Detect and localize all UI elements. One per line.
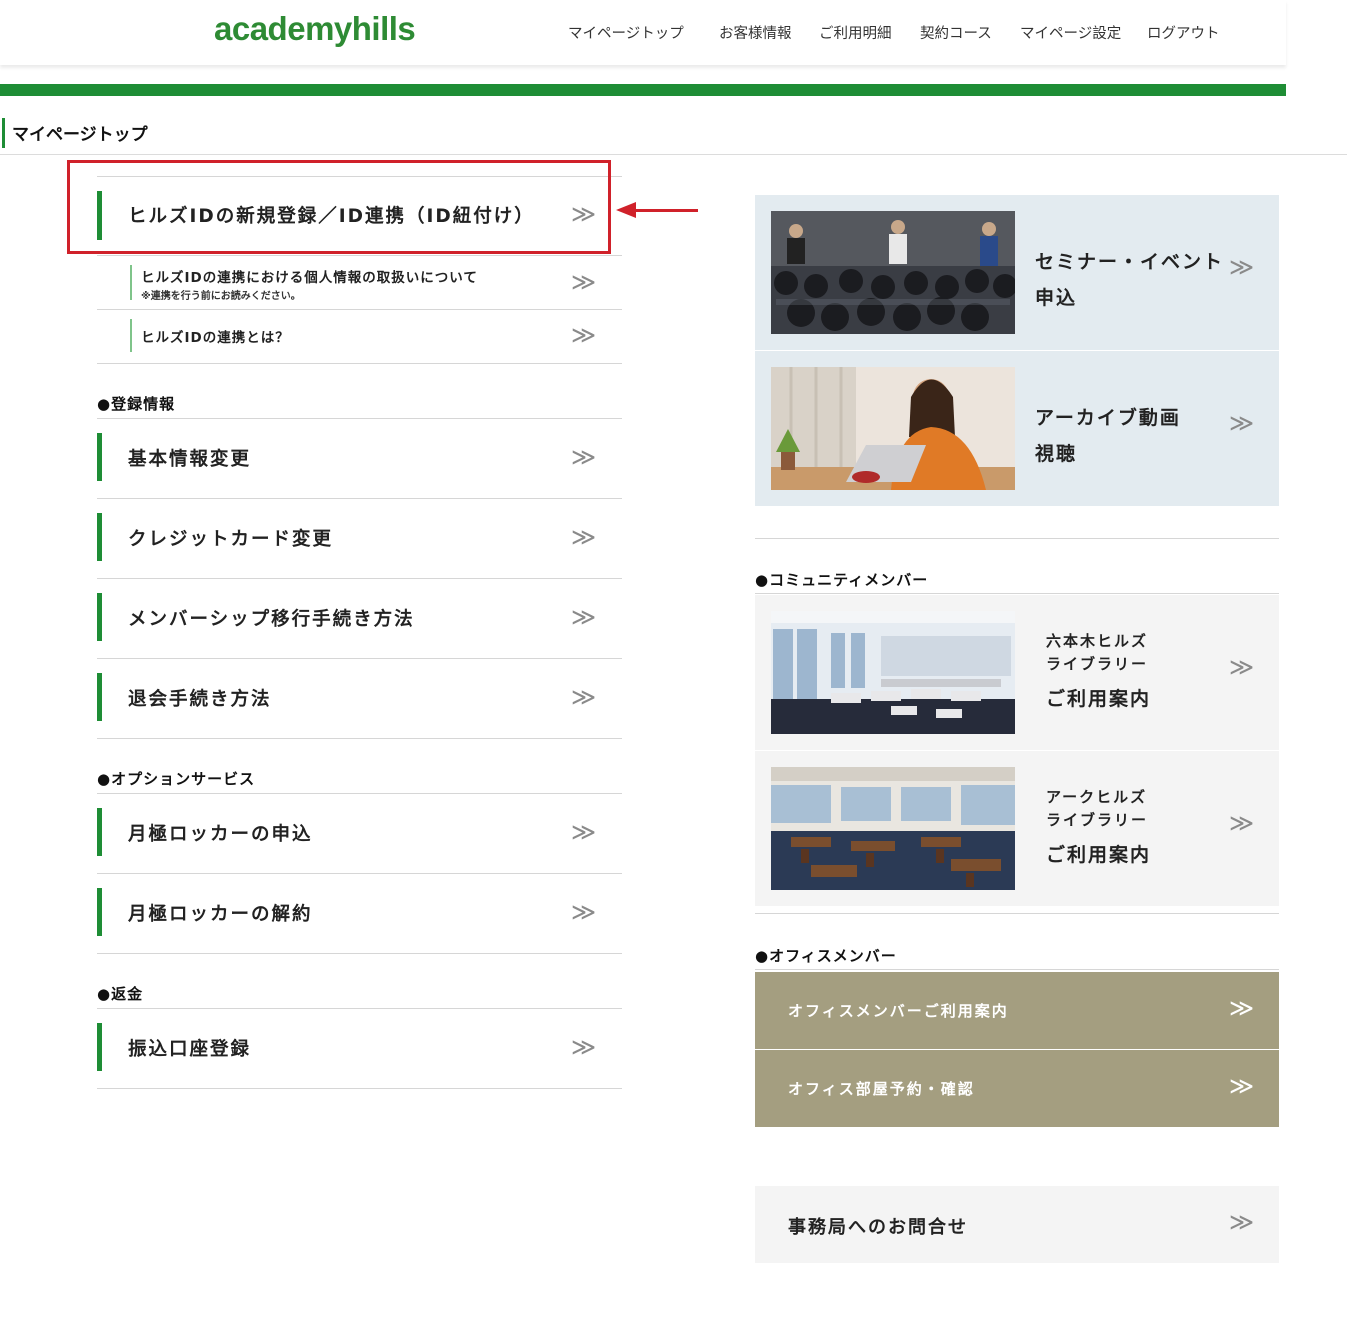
card-title: アーカイブ動画 xyxy=(1035,407,1181,429)
chevron-right-icon: ≫ xyxy=(571,1033,596,1061)
divider xyxy=(0,154,1347,155)
accent-bar xyxy=(97,673,102,721)
chevron-right-icon: ≫ xyxy=(1229,994,1254,1022)
seminar-event-card[interactable]: セミナー・イベント 申込 ≫ xyxy=(755,195,1279,350)
chevron-right-icon: ≫ xyxy=(571,443,596,471)
chevron-right-icon: ≫ xyxy=(571,683,596,711)
contact-office-button[interactable]: 事務局へのお問合せ ≫ xyxy=(755,1186,1279,1263)
header-green-bar xyxy=(0,84,1286,96)
divider xyxy=(755,969,1279,970)
archive-video-card[interactable]: アーカイブ動画 視聴 ≫ xyxy=(755,351,1279,506)
section-heading-community: ●コミュニティメンバー xyxy=(755,571,929,589)
nav-customer-info[interactable]: お客様情報 xyxy=(719,22,792,43)
chevron-right-icon: ≫ xyxy=(571,268,596,296)
chevron-right-icon: ≫ xyxy=(571,321,596,349)
annotation-arrow-icon xyxy=(616,202,636,218)
hills-id-privacy-label: ヒルズIDの連携における個人情報の取扱いについて xyxy=(141,270,478,286)
menu-withdrawal[interactable]: 退会手続き方法 ≫ xyxy=(97,659,622,739)
roppongi-library-card[interactable]: 六本木ヒルズ ライブラリー ご利用案内 ≫ xyxy=(755,595,1279,750)
chevron-right-icon: ≫ xyxy=(1229,409,1254,437)
menu-label: メンバーシップ移行手続き方法 xyxy=(128,609,415,630)
chevron-right-icon: ≫ xyxy=(571,603,596,631)
section-heading-registration: ●登録情報 xyxy=(97,395,176,413)
card-subtitle: 申込 xyxy=(1035,287,1078,309)
menu-label: 振込口座登録 xyxy=(128,1039,252,1060)
menu-bank-account-register[interactable]: 振込口座登録 ≫ xyxy=(97,1009,622,1089)
academyhills-logo[interactable]: academyhills xyxy=(214,10,416,48)
seminar-photo xyxy=(771,211,1015,334)
nav-mypage-top[interactable]: マイページトップ xyxy=(568,22,684,43)
roppongi-library-photo xyxy=(771,611,1015,734)
chevron-right-icon: ≫ xyxy=(1229,253,1254,281)
menu-locker-apply[interactable]: 月極ロッカーの申込 ≫ xyxy=(97,794,622,874)
accent-bar xyxy=(97,1023,102,1071)
accent-bar xyxy=(97,433,102,481)
chevron-right-icon: ≫ xyxy=(571,523,596,551)
accent-bar xyxy=(97,513,102,561)
section-heading-office: ●オフィスメンバー xyxy=(755,947,897,965)
menu-membership-transfer[interactable]: メンバーシップ移行手続き方法 ≫ xyxy=(97,579,622,659)
chevron-right-icon: ≫ xyxy=(1229,1208,1254,1236)
section-heading-options: ●オプションサービス xyxy=(97,770,256,788)
menu-locker-cancel[interactable]: 月極ロッカーの解約 ≫ xyxy=(97,874,622,954)
card-location-sub: ライブラリー xyxy=(1046,811,1149,829)
section-heading-refund: ●返金 xyxy=(97,985,144,1003)
office-button-label: オフィス部屋予約・確認 xyxy=(788,1080,975,1098)
chevron-right-icon: ≫ xyxy=(1229,809,1254,837)
menu-label: 月極ロッカーの申込 xyxy=(128,824,313,845)
hills-id-about-link[interactable]: ヒルズIDの連携とは？ ≫ xyxy=(97,310,622,364)
ark-hills-library-card[interactable]: アークヒルズ ライブラリー ご利用案内 ≫ xyxy=(755,751,1279,906)
hills-id-privacy-link[interactable]: ヒルズIDの連携における個人情報の取扱いについて ※連携を行う前にお読みください… xyxy=(97,256,622,310)
nav-logout[interactable]: ログアウト xyxy=(1147,22,1220,43)
chevron-right-icon: ≫ xyxy=(571,818,596,846)
breadcrumb-marker xyxy=(2,118,5,148)
contact-label: 事務局へのお問合せ xyxy=(788,1217,968,1238)
chevron-right-icon: ≫ xyxy=(1229,1072,1254,1100)
nav-mypage-settings[interactable]: マイページ設定 xyxy=(1020,22,1121,43)
menu-label: 月極ロッカーの解約 xyxy=(128,904,313,925)
card-title: ご利用案内 xyxy=(1046,688,1152,710)
hills-id-about-label: ヒルズIDの連携とは？ xyxy=(141,330,290,346)
annotation-arrow-line xyxy=(634,209,698,212)
menu-credit-card-change[interactable]: クレジットカード変更 ≫ xyxy=(97,499,622,579)
menu-label: クレジットカード変更 xyxy=(128,529,334,550)
nav-usage-statement[interactable]: ご利用明細 xyxy=(819,22,892,43)
office-member-guide-button[interactable]: オフィスメンバーご利用案内 ≫ xyxy=(755,972,1279,1049)
card-title: ご利用案内 xyxy=(1046,844,1152,866)
chevron-right-icon: ≫ xyxy=(1229,653,1254,681)
card-location: アークヒルズ xyxy=(1046,788,1148,806)
ark-hills-library-photo xyxy=(771,767,1015,890)
nav-contract-course[interactable]: 契約コース xyxy=(920,22,992,43)
divider xyxy=(755,913,1279,914)
card-subtitle: 視聴 xyxy=(1035,443,1078,465)
menu-basic-info-change[interactable]: 基本情報変更 ≫ xyxy=(97,419,622,499)
office-room-reservation-button[interactable]: オフィス部屋予約・確認 ≫ xyxy=(755,1050,1279,1127)
accent-bar xyxy=(97,593,102,641)
menu-label: 基本情報変更 xyxy=(128,449,252,470)
highlight-box xyxy=(67,160,611,254)
card-location: 六本木ヒルズ xyxy=(1046,632,1149,650)
accent-bar xyxy=(97,888,102,936)
chevron-right-icon: ≫ xyxy=(571,898,596,926)
accent-bar xyxy=(130,265,132,300)
accent-bar xyxy=(130,319,132,352)
accent-bar xyxy=(97,808,102,856)
card-title: セミナー・イベント xyxy=(1035,251,1225,273)
menu-label: 退会手続き方法 xyxy=(128,689,272,710)
office-button-label: オフィスメンバーご利用案内 xyxy=(788,1002,1009,1020)
card-location-sub: ライブラリー xyxy=(1046,655,1149,673)
hills-id-privacy-note: ※連携を行う前にお読みください。 xyxy=(141,291,301,302)
archive-photo xyxy=(771,367,1015,490)
page-title: マイページトップ xyxy=(12,125,148,145)
divider xyxy=(755,538,1279,539)
divider xyxy=(755,593,1279,594)
